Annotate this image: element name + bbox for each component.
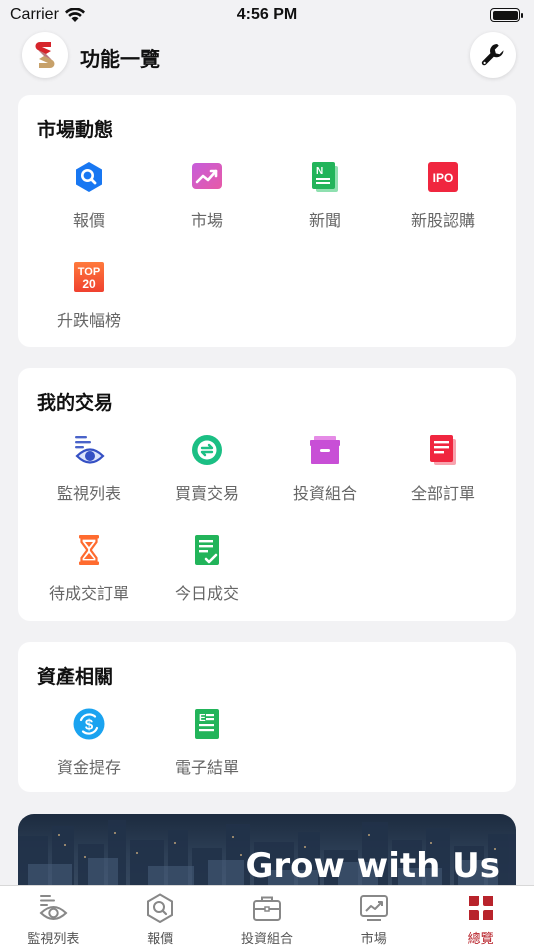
trade-exchange-icon (192, 435, 222, 465)
tile-quote[interactable]: 報價 (30, 161, 148, 241)
tile-label: 買賣交易 (174, 484, 239, 503)
quote-search-icon (147, 893, 174, 923)
briefcase-icon (252, 896, 281, 921)
tab-watchlist[interactable]: 監視列表 (0, 886, 107, 950)
tile-top20[interactable]: TOP 20 升跌幅榜 (30, 261, 148, 341)
tab-overview[interactable]: 總覽 (427, 886, 534, 950)
tile-portfolio[interactable]: 投資組合 (266, 434, 384, 514)
watchlist-eye-icon (39, 895, 68, 920)
tile-label: 新股認購 (410, 211, 475, 230)
top20-icon: TOP 20 (74, 262, 104, 292)
tile-e-statement[interactable]: E 電子結單 (148, 708, 266, 788)
e-statement-icon: E (195, 709, 219, 739)
section-title: 我的交易 (37, 392, 114, 414)
ipo-icon: IPO (428, 162, 458, 192)
tab-market[interactable]: 市場 (320, 886, 427, 950)
section-trading: 我的交易 監視列表 買賣交易 投資組合 全部訂單 待成交訂單 今日成交 (18, 368, 516, 621)
section-title: 資產相關 (37, 666, 114, 688)
tab-label: 市場 (360, 932, 387, 947)
section-assets: 資產相關 $ 資金提存 E 電子結單 (18, 642, 516, 792)
svg-text:20: 20 (82, 277, 96, 291)
settings-button[interactable] (470, 32, 516, 78)
market-chart-icon (359, 895, 388, 921)
svg-text:IPO: IPO (433, 171, 454, 185)
tile-label: 電子結單 (174, 758, 239, 777)
tile-ipo[interactable]: IPO 新股認購 (384, 161, 502, 241)
all-orders-icon (430, 435, 456, 465)
market-chart-icon (192, 163, 222, 189)
quote-search-icon (76, 162, 102, 192)
hourglass-icon (79, 535, 99, 565)
portfolio-box-icon (310, 436, 340, 464)
overview-grid-icon (468, 896, 493, 920)
wrench-icon (481, 44, 504, 66)
tile-watchlist[interactable]: 監視列表 (30, 434, 148, 514)
section-market: 市場動態 報價 市場 N 新聞 IPO 新股認購 TOP 20 升跌幅榜 (18, 95, 516, 347)
tile-label: 今日成交 (174, 584, 239, 603)
tile-label: 市場 (190, 211, 223, 230)
tab-quote[interactable]: 報價 (107, 886, 214, 950)
today-trades-icon (195, 535, 219, 565)
tile-today-trades[interactable]: 今日成交 (148, 534, 266, 614)
battery-icon (490, 8, 523, 22)
tile-label: 投資組合 (292, 484, 357, 503)
section-title: 市場動態 (37, 119, 114, 141)
tile-news[interactable]: N 新聞 (266, 161, 384, 241)
page-title: 功能一覽 (80, 47, 160, 71)
tile-funds-transfer[interactable]: $ 資金提存 (30, 708, 148, 788)
tab-label: 投資組合 (240, 932, 293, 947)
funds-transfer-icon: $ (73, 708, 105, 740)
tile-label: 新聞 (308, 211, 341, 230)
news-icon: N (312, 162, 338, 192)
app-header: 功能一覽 (0, 32, 534, 78)
tile-label: 升跌幅榜 (56, 311, 121, 330)
tile-pending-orders[interactable]: 待成交訂單 (30, 534, 148, 614)
watchlist-eye-icon (75, 436, 105, 464)
tile-all-orders[interactable]: 全部訂單 (384, 434, 502, 514)
tile-label: 報價 (72, 211, 105, 230)
svg-text:E: E (199, 713, 206, 724)
tile-trade[interactable]: 買賣交易 (148, 434, 266, 514)
tab-label: 監視列表 (27, 932, 80, 947)
app-logo[interactable] (22, 32, 68, 78)
svg-text:N: N (316, 166, 323, 177)
clock: 4:56 PM (236, 6, 298, 23)
tile-label: 監視列表 (56, 484, 121, 503)
svg-text:$: $ (85, 717, 94, 734)
tile-label: 資金提存 (56, 758, 121, 777)
tab-label: 總覽 (467, 932, 494, 947)
tab-portfolio[interactable]: 投資組合 (214, 886, 321, 950)
tab-label: 報價 (147, 932, 174, 947)
brand-logo-icon (35, 42, 55, 68)
tile-label: 全部訂單 (410, 484, 475, 503)
status-bar: Carrier 4:56 PM (0, 0, 534, 30)
tile-market[interactable]: 市場 (148, 161, 266, 241)
tile-label: 待成交訂單 (48, 584, 129, 603)
banner-text: Grow with Us (245, 846, 501, 886)
bottom-tab-bar: 監視列表 報價 投資組合 市場 總覽 (0, 885, 534, 950)
